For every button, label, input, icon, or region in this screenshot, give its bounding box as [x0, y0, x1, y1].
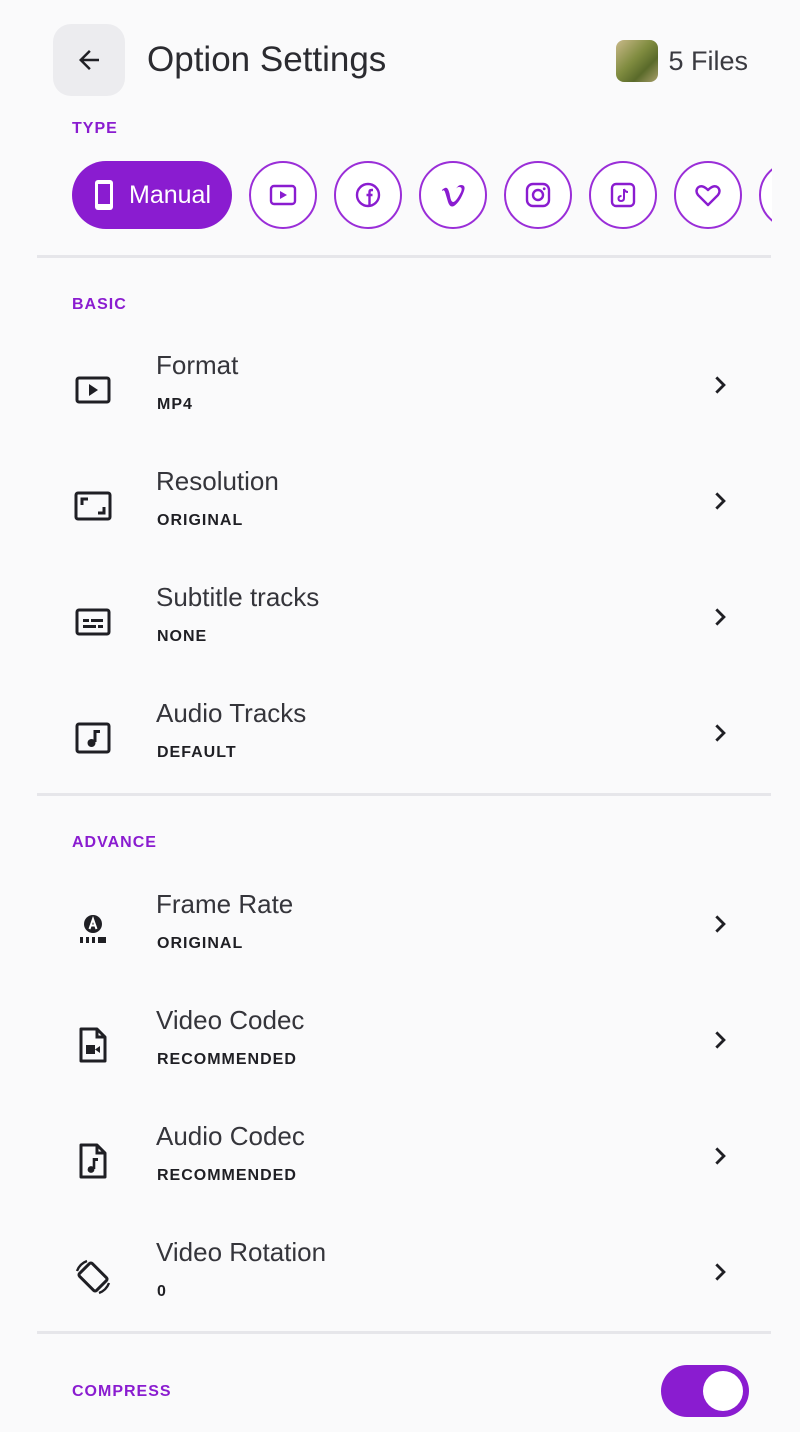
page-title: Option Settings [147, 40, 387, 79]
divider [37, 1331, 771, 1334]
setting-frame-rate[interactable]: Frame Rate ORIGINAL [37, 883, 771, 983]
setting-video-rotation-title: Video Rotation [156, 1237, 327, 1267]
setting-resolution-value: ORIGINAL [157, 512, 244, 529]
facebook-icon [355, 182, 381, 208]
audio-file-icon [71, 1139, 115, 1183]
setting-video-rotation[interactable]: Video Rotation 0 [37, 1231, 771, 1331]
toggle-knob [703, 1371, 743, 1411]
setting-video-codec-value: RECOMMENDED [157, 1051, 297, 1068]
section-label-advance: ADVANCE [72, 834, 157, 851]
setting-subtitle-tracks-title: Subtitle tracks [156, 582, 320, 612]
type-option-tiktok[interactable] [589, 161, 657, 229]
aspect-ratio-icon [71, 484, 115, 528]
type-option-more[interactable] [759, 161, 772, 229]
type-option-manual-label: Manual [129, 180, 211, 209]
back-button[interactable] [53, 24, 125, 96]
section-label-type: TYPE [72, 120, 118, 137]
play-box-icon [71, 368, 115, 412]
setting-audio-codec-title: Audio Codec [156, 1121, 305, 1151]
tiktok-icon [610, 182, 636, 208]
divider [37, 793, 771, 796]
type-option-manual[interactable]: Manual [72, 161, 232, 229]
chevron-right-icon [715, 1263, 726, 1281]
chevron-right-icon [715, 915, 726, 933]
setting-subtitle-tracks-value: NONE [157, 628, 208, 645]
instagram-icon [525, 182, 551, 208]
setting-video-codec-title: Video Codec [156, 1005, 305, 1035]
setting-format[interactable]: Format MP4 [37, 344, 771, 444]
type-option-youtube[interactable] [249, 161, 317, 229]
divider [37, 255, 771, 258]
youtube-icon [269, 184, 297, 206]
music-note-box-icon [71, 716, 115, 760]
chevron-right-icon [715, 1147, 726, 1165]
files-count-label: 5 Files [668, 45, 748, 76]
setting-frame-rate-value: ORIGINAL [157, 935, 244, 952]
setting-audio-tracks[interactable]: Audio Tracks DEFAULT [37, 692, 771, 792]
setting-audio-codec[interactable]: Audio Codec RECOMMENDED [37, 1115, 771, 1215]
frame-rate-auto-icon [71, 907, 115, 951]
setting-audio-tracks-title: Audio Tracks [156, 698, 307, 728]
type-option-facebook[interactable] [334, 161, 402, 229]
type-option-instagram[interactable] [504, 161, 572, 229]
files-indicator[interactable]: 5 Files [616, 38, 748, 84]
arrow-left-icon [79, 50, 99, 70]
compress-toggle[interactable] [661, 1365, 749, 1417]
setting-frame-rate-title: Frame Rate [156, 889, 294, 919]
subtitles-icon [71, 600, 115, 644]
section-label-basic: BASIC [72, 296, 127, 313]
heart-icon [695, 185, 721, 207]
setting-format-value: MP4 [157, 396, 193, 413]
app-header: Option Settings 5 Files [0, 0, 800, 120]
setting-audio-codec-value: RECOMMENDED [157, 1167, 297, 1184]
vimeo-icon [442, 185, 465, 207]
screen-rotation-icon [71, 1255, 115, 1299]
section-label-compress: COMPRESS [72, 1383, 172, 1400]
phone-icon [95, 180, 113, 210]
chevron-right-icon [715, 492, 726, 510]
setting-format-title: Format [156, 350, 239, 380]
setting-resolution-title: Resolution [156, 466, 279, 496]
chevron-right-icon [715, 376, 726, 394]
chevron-right-icon [715, 608, 726, 626]
video-file-icon [71, 1023, 115, 1067]
setting-resolution[interactable]: Resolution ORIGINAL [37, 460, 771, 560]
chevron-right-icon [715, 724, 726, 742]
setting-subtitle-tracks[interactable]: Subtitle tracks NONE [37, 576, 771, 676]
type-option-vimeo[interactable] [419, 161, 487, 229]
file-thumbnail [616, 40, 659, 82]
type-selector: Manual [72, 161, 772, 231]
setting-audio-tracks-value: DEFAULT [157, 744, 237, 761]
setting-video-rotation-value: 0 [157, 1283, 167, 1300]
chevron-right-icon [715, 1031, 726, 1049]
type-option-favorite[interactable] [674, 161, 742, 229]
setting-video-codec[interactable]: Video Codec RECOMMENDED [37, 999, 771, 1099]
